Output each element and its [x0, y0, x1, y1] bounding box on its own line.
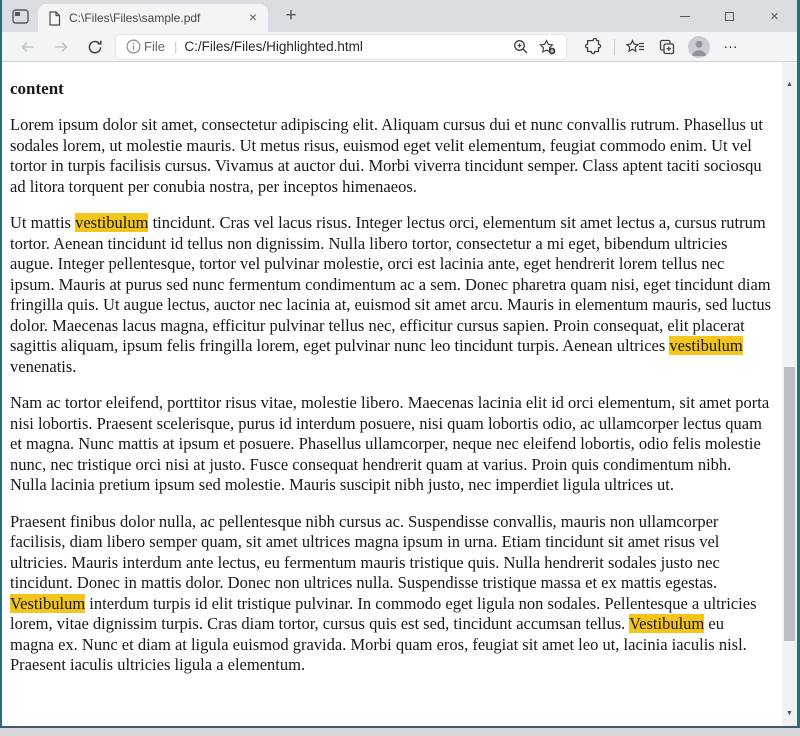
paragraph: Ut mattis vestibulum tincidunt. Cras vel…: [10, 213, 772, 377]
favorites-button[interactable]: [619, 33, 651, 61]
refresh-button[interactable]: [78, 33, 112, 61]
tab-strip: C:\Files\Files\sample.pdf × + ×: [2, 0, 797, 32]
minimize-icon: [680, 16, 690, 17]
tab-close-icon[interactable]: ×: [244, 9, 262, 27]
text-segment: tincidunt. Cras vel lacus risus. Integer…: [10, 213, 771, 355]
ellipsis-icon: …: [723, 35, 739, 58]
url-separator: |: [174, 39, 177, 54]
info-icon: [126, 39, 141, 54]
navigation-toolbar: File | C:/Files/Files/Highlighted.html: [2, 32, 797, 62]
browser-window: C:\Files\Files\sample.pdf × + ×: [0, 0, 800, 728]
paragraph: Praesent finibus dolor nulla, ac pellent…: [10, 512, 772, 676]
star-add-icon: [539, 39, 556, 55]
text-segment: Praesent finibus dolor nulla, ac pellent…: [10, 512, 720, 593]
tab-title: C:\Files\Files\sample.pdf: [69, 11, 236, 25]
zoom-magnifier-icon: [513, 39, 529, 55]
text-segment: Nam ac tortor eleifend, porttitor risus …: [10, 393, 769, 494]
person-icon: [688, 36, 710, 58]
scrollbar-thumb[interactable]: [784, 367, 795, 641]
article: content Lorem ipsum dolor sit amet, cons…: [2, 62, 774, 692]
document-icon: [48, 11, 61, 26]
paragraph: Lorem ipsum dolor sit amet, consectetur …: [10, 115, 772, 197]
extensions-icon: [585, 38, 603, 56]
highlighted-term: Vestibulum: [629, 614, 704, 633]
add-favorite-button[interactable]: [534, 36, 560, 58]
collections-button[interactable]: [651, 33, 683, 61]
zoom-button[interactable]: [508, 36, 534, 58]
back-button[interactable]: [10, 33, 44, 61]
vertical-scrollbar[interactable]: ▲ ▼: [782, 62, 797, 726]
page-content-area: content Lorem ipsum dolor sit amet, cons…: [2, 62, 797, 726]
highlighted-term: Vestibulum: [10, 594, 85, 613]
toolbar-divider: [614, 39, 615, 55]
new-tab-button[interactable]: +: [276, 2, 306, 30]
settings-menu-button[interactable]: …: [715, 33, 747, 61]
text-segment: venenatis.: [10, 357, 76, 376]
page-info-button[interactable]: [122, 39, 144, 54]
collections-icon: [658, 38, 676, 56]
highlighted-term: vestibulum: [669, 336, 742, 355]
close-icon: ×: [770, 9, 779, 24]
url-text[interactable]: C:/Files/Files/Highlighted.html: [184, 39, 508, 54]
tab-actions-menu-button[interactable]: [2, 0, 38, 32]
text-segment: Lorem ipsum dolor sit amet, consectetur …: [10, 115, 763, 196]
text-segment: Ut mattis: [10, 213, 75, 232]
maximize-button[interactable]: [707, 0, 752, 32]
browser-tab[interactable]: C:\Files\Files\sample.pdf ×: [38, 4, 268, 32]
tab-actions-icon: [12, 9, 29, 24]
favorites-star-icon: [626, 39, 645, 55]
scroll-up-icon[interactable]: ▲: [782, 80, 797, 90]
refresh-icon: [87, 39, 103, 55]
address-bar[interactable]: File | C:/Files/Files/Highlighted.html: [116, 35, 566, 59]
avatar: [688, 36, 710, 58]
toolbar-right-group: …: [578, 33, 747, 61]
scroll-down-icon[interactable]: ▼: [782, 709, 797, 719]
extensions-button[interactable]: [578, 33, 610, 61]
minimize-button[interactable]: [662, 0, 707, 32]
forward-button[interactable]: [44, 33, 78, 61]
highlighted-term: vestibulum: [75, 213, 148, 232]
maximize-icon: [725, 12, 734, 21]
back-arrow-icon: [19, 39, 36, 55]
page-title: content: [10, 79, 772, 99]
forward-arrow-icon: [53, 39, 70, 55]
paragraph: Nam ac tortor eleifend, porttitor risus …: [10, 393, 772, 496]
profile-button[interactable]: [683, 33, 715, 61]
url-scheme-label: File: [144, 39, 165, 54]
close-window-button[interactable]: ×: [752, 0, 797, 32]
